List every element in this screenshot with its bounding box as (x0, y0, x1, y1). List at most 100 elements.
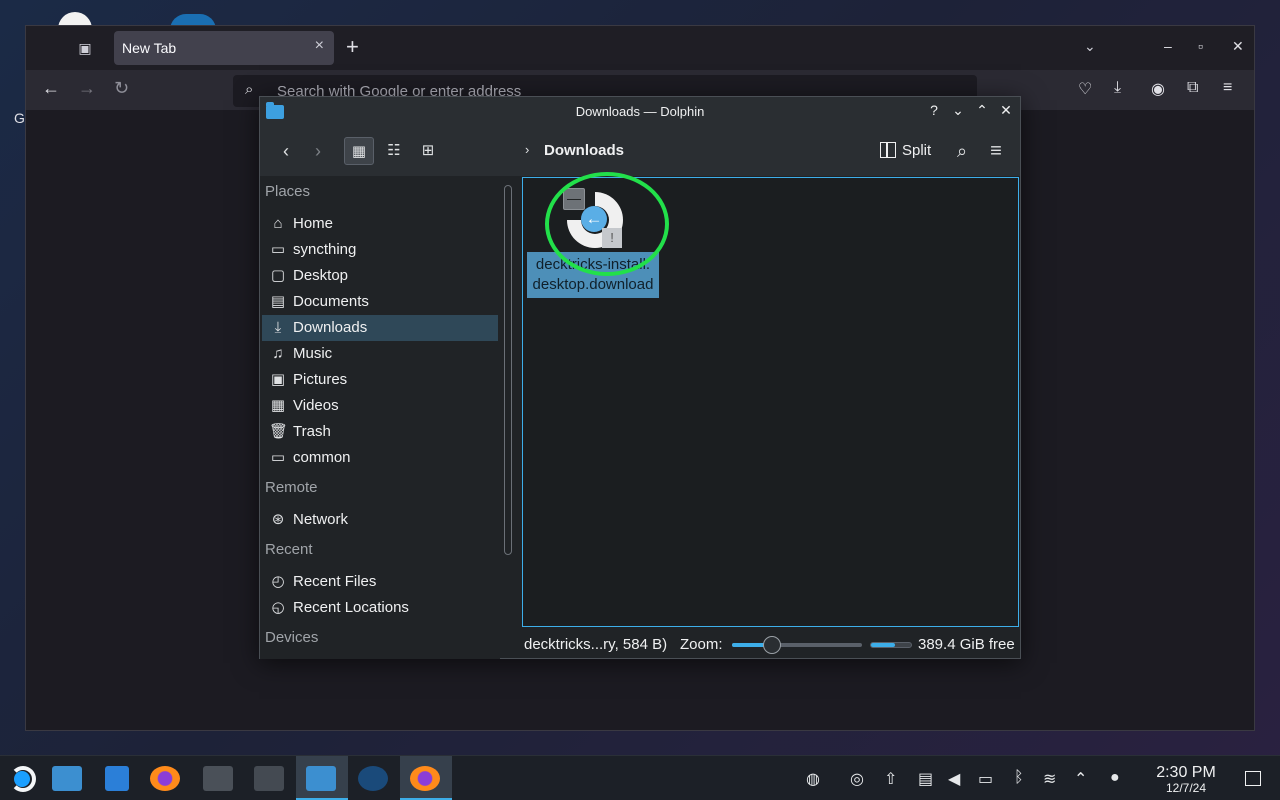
places-item-syncthing[interactable]: ▭ syncthing (262, 237, 498, 263)
taskbar-firefox-icon[interactable] (140, 756, 190, 800)
places-item-label: syncthing (293, 241, 357, 258)
clipboard-icon[interactable]: ▤ (918, 769, 933, 789)
highlight-ring (545, 172, 669, 276)
places-item-downloads[interactable]: ⤓ Downloads (262, 315, 498, 341)
minimize-icon[interactable]: ⌄ (949, 102, 967, 119)
list-all-tabs-icon[interactable]: ⌄ (1084, 38, 1096, 55)
free-space-label: 389.4 GiB free (918, 636, 1015, 653)
search-icon: ⌕ (245, 81, 254, 98)
recent-locations-icon: ◵ (271, 599, 285, 616)
places-item-recent-files[interactable]: ◴ Recent Files (262, 569, 498, 595)
taskbar-dolphin-icon[interactable] (42, 756, 92, 800)
breadcrumb-chevron-icon[interactable]: › (525, 142, 529, 157)
zoom-slider[interactable] (732, 636, 862, 654)
places-item-home[interactable]: ⌂ Home (262, 211, 498, 237)
desktop-icon: ▢ (270, 267, 286, 284)
taskbar-discover-icon[interactable] (92, 756, 142, 800)
dolphin-window: Downloads — Dolphin ? ⌄ ⌃ ✕ ‹ › ▦ ☷ ⊞ › … (259, 96, 1021, 659)
places-item-trash[interactable]: 🗑 Trash (262, 419, 498, 445)
places-panel: Places ⌂ Home ▭ syncthing ▢ Desktop ▤ Documents ⤓… (260, 176, 500, 659)
maximize-icon[interactable]: ⌃ (973, 102, 991, 119)
places-item-common[interactable]: ▭ common (262, 445, 498, 471)
places-section-header: Devices (265, 629, 319, 646)
new-tab-button[interactable]: + (346, 35, 359, 59)
window-title: Downloads — Dolphin (575, 104, 705, 119)
minimize-icon[interactable]: – (1164, 38, 1172, 54)
menu-icon[interactable]: ≡ (1223, 79, 1232, 97)
tray-expand-icon[interactable]: ⌃ (1074, 769, 1087, 789)
places-item-label: Documents (293, 293, 369, 310)
volume-icon[interactable]: ◀ (948, 769, 960, 789)
places-item-desktop[interactable]: ▢ Desktop (262, 263, 498, 289)
toolbar: ‹ › ▦ ☷ ⊞ › Downloads Split ⌕ ≡ (260, 126, 1020, 176)
steam-client-tray-icon[interactable]: ◎ (850, 769, 864, 789)
icons-view-icon[interactable]: ▦ (344, 137, 374, 165)
tab-close-button[interactable]: × (315, 37, 324, 55)
taskbar-dolphin-active-icon[interactable] (296, 756, 348, 800)
file-view[interactable]: — ← ! decktricks-install. desktop.downlo… (522, 172, 1019, 627)
zoom-slider-handle[interactable] (763, 636, 781, 654)
tab-list-icon[interactable]: ▣ (76, 39, 94, 57)
places-item-label: Home (293, 215, 334, 232)
forward-icon[interactable]: › (306, 137, 330, 165)
folder-icon: ▭ (270, 241, 286, 258)
places-section-header: Recent (265, 541, 313, 558)
clock-date[interactable]: 12/7/24 (1150, 781, 1222, 795)
music-icon: ♫ (272, 345, 284, 362)
split-label: Split (902, 142, 932, 159)
split-button[interactable]: Split (880, 138, 931, 164)
wifi-icon[interactable]: ≋ (1043, 769, 1056, 789)
places-item-label: Videos (293, 397, 339, 414)
maximize-icon[interactable]: ▫ (1198, 38, 1203, 54)
breadcrumb[interactable]: Downloads (544, 142, 624, 159)
extensions-icon[interactable]: ⧉ (1187, 79, 1198, 97)
show-desktop-icon[interactable] (1245, 771, 1261, 786)
battery-icon[interactable]: ▭ (978, 769, 993, 789)
details-view-icon[interactable]: ⊞ (413, 137, 443, 165)
places-section-header: Remote (265, 479, 318, 496)
places-item-label: Recent Locations (293, 599, 409, 616)
forward-arrow-icon[interactable]: → (78, 78, 96, 99)
pictures-icon: ▣ (270, 371, 286, 388)
trash-icon: 🗑 (269, 423, 289, 440)
compact-view-icon[interactable]: ☷ (379, 137, 409, 165)
taskbar-settings-icon[interactable] (193, 756, 243, 800)
tab-new-tab[interactable]: New Tab × (114, 31, 334, 65)
close-icon[interactable]: ✕ (1232, 38, 1244, 55)
downloads-icon[interactable]: ⤓ (1114, 79, 1121, 97)
back-arrow-icon[interactable]: ← (42, 78, 60, 99)
documents-icon: ▤ (270, 293, 286, 310)
pocket-icon[interactable]: ♡ (1078, 79, 1092, 99)
places-scrollbar[interactable] (504, 185, 512, 555)
file-name-line2: desktop.download (532, 276, 654, 293)
places-item-recent-locations[interactable]: ◵ Recent Locations (262, 595, 498, 621)
status-text: decktricks...ry, 584 B) (524, 636, 668, 653)
taskbar-steam-icon[interactable] (348, 756, 398, 800)
taskbar-konsole-icon[interactable] (244, 756, 294, 800)
update-icon[interactable]: ⇧ (884, 769, 897, 789)
places-item-pictures[interactable]: ▣ Pictures (262, 367, 498, 393)
steam-tray-icon[interactable]: ◍ (806, 769, 820, 789)
places-item-videos[interactable]: ▦ Videos (262, 393, 498, 419)
zoom-label: Zoom: (680, 636, 723, 653)
places-item-network[interactable]: ⊛ Network (262, 507, 498, 533)
close-icon[interactable]: ✕ (997, 102, 1015, 119)
places-item-music[interactable]: ♫ Music (262, 341, 498, 367)
search-icon[interactable]: ⌕ (950, 137, 974, 165)
title-bar[interactable]: Downloads — Dolphin ? ⌄ ⌃ ✕ (260, 97, 1020, 126)
places-item-documents[interactable]: ▤ Documents (262, 289, 498, 315)
taskbar-firefox-active-icon[interactable] (400, 756, 452, 800)
help-icon[interactable]: ? (925, 102, 943, 118)
firefox-tray-icon[interactable]: ● (1110, 769, 1120, 787)
disk-capacity-fill (871, 643, 895, 647)
places-item-label: Pictures (293, 371, 348, 388)
hamburger-menu-icon[interactable]: ≡ (984, 137, 1008, 165)
places-item-label: common (293, 449, 351, 466)
clock-time[interactable]: 2:30 PM (1150, 764, 1222, 782)
places-item-label: Downloads (293, 319, 368, 336)
bluetooth-icon[interactable]: ᛒ (1014, 769, 1024, 787)
back-icon[interactable]: ‹ (274, 137, 298, 165)
reload-icon[interactable]: ↻ (114, 78, 129, 99)
places-section-header: Places (265, 183, 311, 200)
account-icon[interactable]: ◉ (1151, 79, 1165, 99)
